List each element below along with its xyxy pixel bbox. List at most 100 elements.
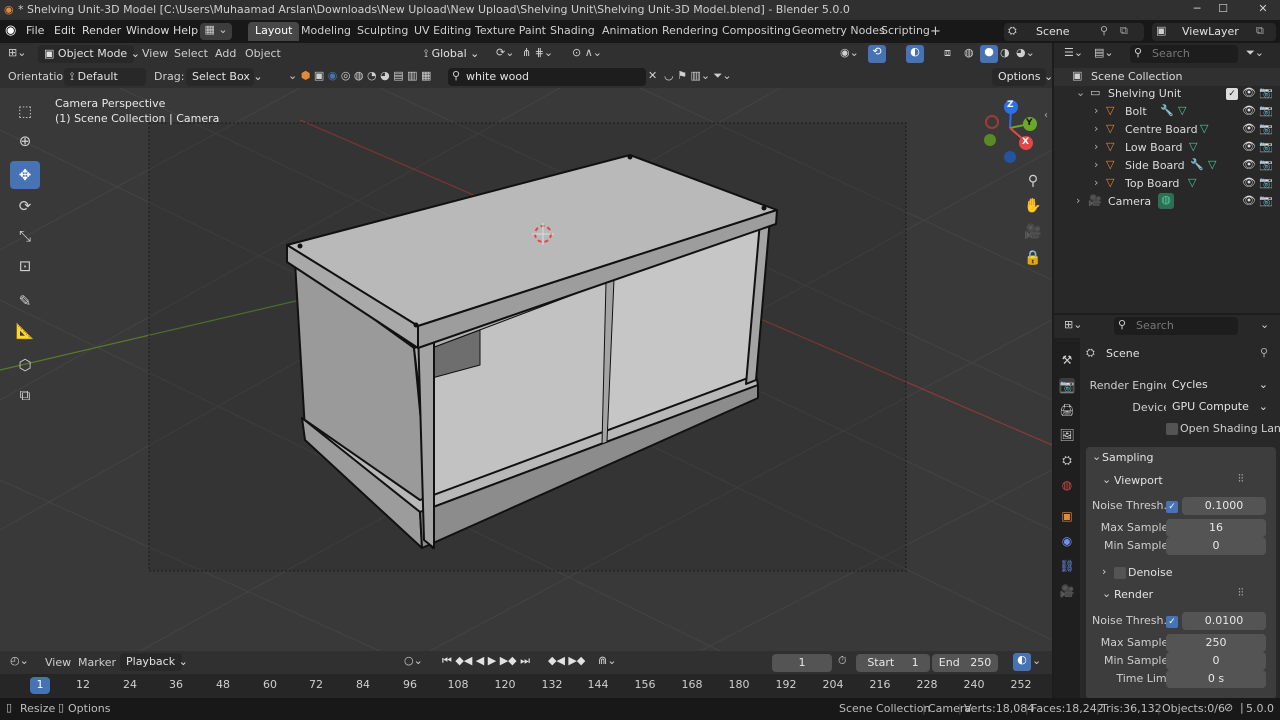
start-frame-field[interactable]: Start 1 [856, 654, 930, 672]
measure-tool-icon[interactable]: 📐 [10, 317, 40, 345]
tab-layout[interactable]: Layout [248, 22, 300, 41]
tab-scripting[interactable]: Scripting [874, 22, 937, 41]
eye-icon[interactable]: 👁 [1242, 140, 1256, 153]
add-object-tool-icon[interactable]: ⧉ [10, 381, 40, 409]
zoom-icon[interactable]: ⚲ [1021, 169, 1045, 193]
outliner-search-field[interactable]: ⚲ Search [1130, 45, 1238, 63]
close-icon[interactable]: ✕ [1254, 2, 1272, 18]
new-view-layer-icon[interactable]: ⧉ [1256, 24, 1264, 38]
render-noise-threshold-checkbox[interactable]: ✓ [1166, 616, 1178, 628]
transform-tool-icon[interactable]: ⊡ [10, 252, 40, 280]
pin-icon[interactable]: ⚲ [1100, 24, 1108, 37]
eye-icon[interactable]: 👁 [1242, 176, 1256, 189]
viewport-menu-object[interactable]: Object [245, 47, 281, 60]
properties-editor-icon[interactable]: ⊞⌄ [1064, 318, 1082, 331]
minimize-icon[interactable]: ─ [1188, 2, 1206, 18]
playback-dropdown[interactable]: Playback ⌄ [120, 653, 188, 671]
current-frame-field[interactable]: 1 [772, 654, 832, 672]
chevron-down-icon[interactable]: ⌄ [1076, 86, 1085, 99]
viewport-noise-threshold-field[interactable]: 0.1000 [1182, 497, 1266, 515]
rotate-tool-icon[interactable]: ⟳ [10, 192, 40, 220]
lock-camera-icon[interactable]: 🔒 [1021, 246, 1045, 270]
clear-search-icon[interactable]: ✕ [648, 69, 657, 82]
render-camera-icon[interactable]: 📷 [1259, 194, 1273, 207]
viewport-menu-add[interactable]: Add [215, 47, 236, 60]
proportional-edit-icon[interactable]: ⊙ ∧⌄ [572, 46, 602, 59]
drag-dropdown[interactable]: Select Box ⌄ [186, 68, 263, 86]
search-field[interactable]: ⚲ white wood [448, 68, 646, 86]
snap-icon[interactable]: ⋔ ⋕⌄ [522, 46, 553, 59]
scale-tool-icon[interactable]: ⤡ [10, 222, 40, 250]
timeline-editor-icon[interactable]: ◴⌄ [10, 654, 29, 667]
eye-icon[interactable]: 👁 [1242, 86, 1256, 99]
physics-tab-icon[interactable]: ◉ [1059, 533, 1075, 549]
tab-modeling[interactable]: Modeling [294, 22, 358, 41]
chevron-down-icon[interactable]: ⌄ [1102, 587, 1111, 600]
menu-render[interactable]: Render [82, 24, 121, 37]
outliner-row-scene-collection[interactable]: ▣ Scene Collection [1054, 68, 1280, 86]
display-mode-icon[interactable]: ▤⌄ [1094, 46, 1114, 59]
keyframe-jump-icons[interactable]: ◆◀ ▶◆ [548, 654, 585, 667]
render-min-samples-field[interactable]: 0 [1166, 652, 1266, 670]
osl-checkbox[interactable] [1166, 423, 1178, 435]
render-camera-icon[interactable]: 📷 [1259, 104, 1273, 117]
filter-icons-row[interactable]: ⌄ ⬢ ▣ ◉ ◎ ◍ ◔ ◕ ▤ ▥ ▦ [288, 69, 431, 82]
timeline-menu-view[interactable]: View [45, 656, 71, 669]
viewport-menu-view[interactable]: View [142, 47, 168, 60]
scene-selector[interactable]: ⛭ Scene ⚲ ⧉ [1004, 23, 1144, 41]
chevron-down-icon[interactable]: ⌄ [1260, 318, 1269, 331]
chevron-right-icon[interactable]: › [1094, 176, 1098, 189]
outliner-row-centre-board[interactable]: › ▽ Centre Board ▽ 👁 📷 [1054, 121, 1280, 139]
visibility-icon[interactable]: ◉⌄ [840, 46, 859, 59]
rendered-shading-icon[interactable]: ◕⌄ [1016, 46, 1035, 59]
denoise-checkbox[interactable] [1114, 567, 1126, 579]
viewport-max-samples-field[interactable]: 16 [1166, 519, 1266, 537]
render-camera-icon[interactable]: 📷 [1259, 176, 1273, 189]
chevron-right-icon[interactable]: › [1094, 104, 1098, 117]
camera-data-tab-icon[interactable]: 🎥 [1059, 583, 1075, 599]
outliner-editor-icon[interactable]: ☰⌄ [1064, 46, 1083, 59]
orientation-dropdown[interactable]: ⟟ Default [64, 68, 146, 86]
outliner-row-side-board[interactable]: › ▽ Side Board 🔧 ▽ 👁 📷 [1054, 157, 1280, 175]
time-limit-field[interactable]: 0 s [1166, 670, 1266, 688]
tool-tab-icon[interactable]: ⚒ [1059, 352, 1075, 368]
cursor-tool-icon[interactable]: ⊕ [10, 127, 40, 155]
chevron-down-icon[interactable]: ⌄ [1092, 450, 1101, 463]
add-cube-tool-icon[interactable]: ⬡ [10, 351, 40, 379]
menu-window[interactable]: Window [126, 24, 169, 37]
snap-timeline-icon[interactable]: ⋒⌄ [598, 654, 616, 667]
noise-threshold-checkbox[interactable]: ✓ [1166, 501, 1178, 513]
add-workspace-icon[interactable]: + [930, 24, 941, 39]
render-subpanel-header[interactable]: Render [1114, 588, 1153, 601]
outliner-row-low-board[interactable]: › ▽ Low Board ▽ 👁 📷 [1054, 139, 1280, 157]
scene-tab-icon[interactable]: ⛭ [1059, 452, 1075, 468]
outliner-row-shelving-unit[interactable]: ⌄ ▭ Shelving Unit ✓ 👁 📷 [1054, 85, 1280, 103]
sidebar-toggle-icon[interactable]: ‹ [1044, 110, 1048, 121]
editor-type-3d-icon[interactable]: ⊞⌄ [8, 46, 26, 59]
output-tab-icon[interactable]: 🖨 [1059, 402, 1075, 418]
auto-keying-icon[interactable]: ○⌄ [404, 654, 423, 667]
device-dropdown[interactable]: GPU Compute ⌄ [1166, 398, 1274, 416]
filter-toggle-icons[interactable]: ◡ ⚑ ▥⌄ ⏷⌄ [664, 69, 732, 83]
properties-search-field[interactable]: ⚲ Search [1114, 317, 1238, 335]
solid-shading-icon[interactable]: ● [980, 45, 998, 63]
camera-view-icon[interactable]: 🎥 [1021, 220, 1045, 244]
pan-hand-icon[interactable]: ✋ [1021, 194, 1045, 218]
sampling-header[interactable]: Sampling [1102, 451, 1154, 464]
stopwatch-icon[interactable]: ⏱ [838, 654, 847, 668]
blender-menu-icon[interactable]: ◉ [5, 23, 16, 38]
viewport-min-samples-field[interactable]: 0 [1166, 537, 1266, 555]
object-tab-icon[interactable]: ▣ [1059, 508, 1075, 524]
select-box-tool-icon[interactable]: ⬚ [10, 97, 40, 125]
viewport-subpanel-header[interactable]: Viewport [1114, 474, 1163, 487]
move-tool-icon[interactable]: ✥ [10, 161, 40, 189]
menu-file[interactable]: File [26, 24, 44, 37]
outliner-row-camera[interactable]: › 🎥 Camera ◍ 👁 📷 [1054, 193, 1280, 211]
menu-help[interactable]: Help [173, 24, 198, 37]
render-max-samples-field[interactable]: 250 [1166, 634, 1266, 652]
render-camera-icon[interactable]: 📷 [1259, 158, 1273, 171]
world-tab-icon[interactable]: ◍ [1059, 477, 1075, 493]
chevron-right-icon[interactable]: › [1076, 194, 1080, 207]
eye-icon[interactable]: 👁 [1242, 194, 1256, 207]
render-engine-dropdown[interactable]: Cycles ⌄ [1166, 376, 1274, 394]
